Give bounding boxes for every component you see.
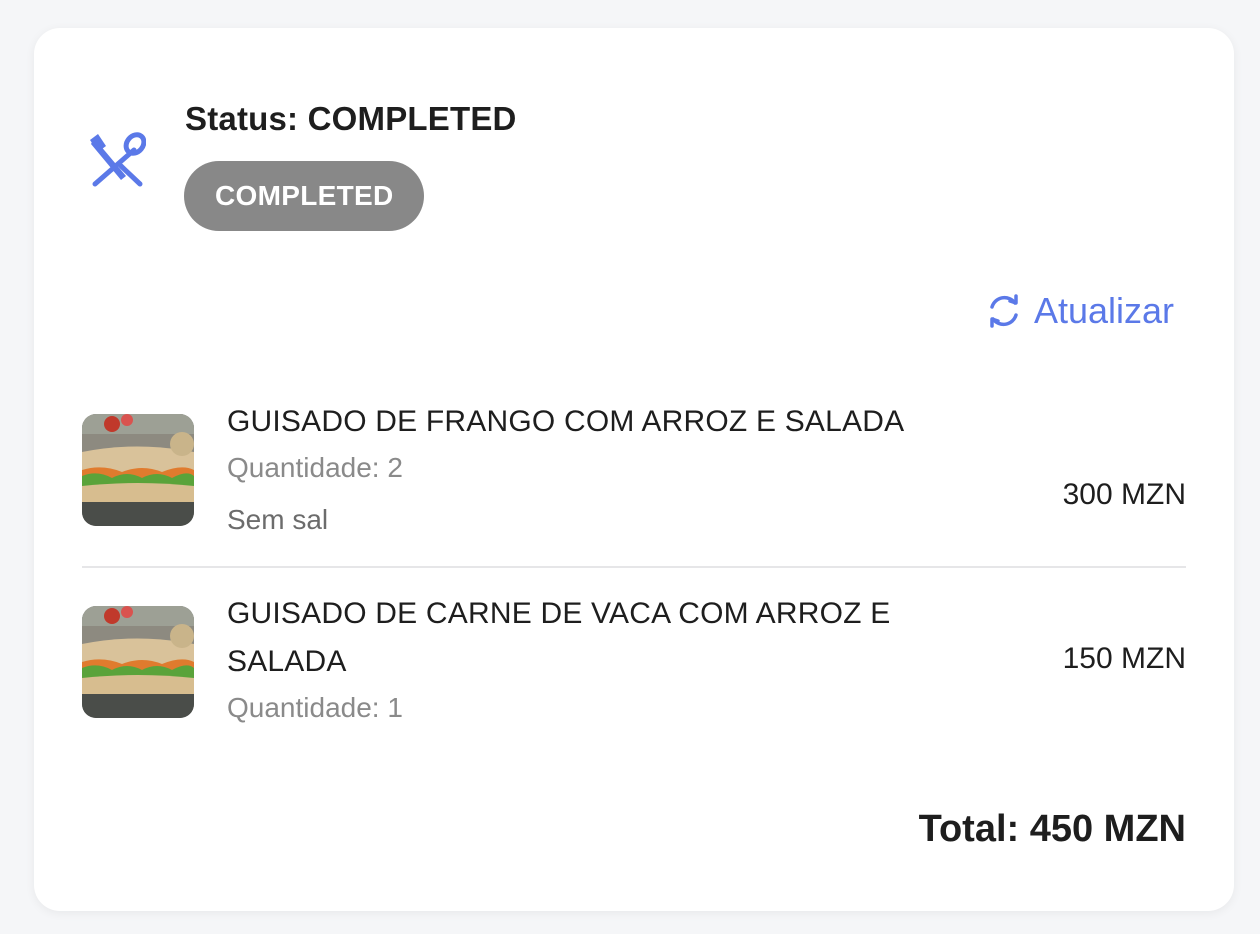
order-item: GUISADO DE CARNE DE VACA COM ARROZ E SAL…: [82, 568, 1186, 760]
utensils-icon: [90, 132, 146, 187]
sandwich-image: [82, 414, 194, 526]
order-item-info: GUISADO DE FRANGO COM ARROZ E SALADA Qua…: [227, 398, 927, 542]
sandwich-image: [82, 606, 194, 718]
item-price: 300 MZN: [1062, 478, 1186, 511]
refresh-label: Atualizar: [1033, 290, 1174, 331]
order-card: Status: COMPLETED COMPLETED Atualizar GU…: [34, 28, 1234, 911]
refresh-button[interactable]: Atualizar: [986, 290, 1174, 332]
order-item: GUISADO DE FRANGO COM ARROZ E SALADA Qua…: [82, 398, 1186, 568]
order-items-list: GUISADO DE FRANGO COM ARROZ E SALADA Qua…: [82, 398, 1186, 760]
refresh-icon: [990, 294, 1018, 328]
item-price: 150 MZN: [1062, 642, 1186, 675]
item-note: Sem sal: [227, 504, 329, 535]
status-badge: COMPLETED: [184, 161, 425, 231]
item-quantity: Quantidade: 1: [227, 692, 403, 723]
status-title: Status: COMPLETED: [185, 100, 517, 137]
item-name: GUISADO DE FRANGO COM ARROZ E SALADA: [227, 405, 905, 438]
order-total: Total: 450 MZN: [918, 808, 1186, 850]
order-item-info: GUISADO DE CARNE DE VACA COM ARROZ E SAL…: [227, 590, 927, 730]
item-name: GUISADO DE CARNE DE VACA COM ARROZ E SAL…: [227, 597, 891, 678]
item-quantity: Quantidade: 2: [227, 452, 403, 483]
